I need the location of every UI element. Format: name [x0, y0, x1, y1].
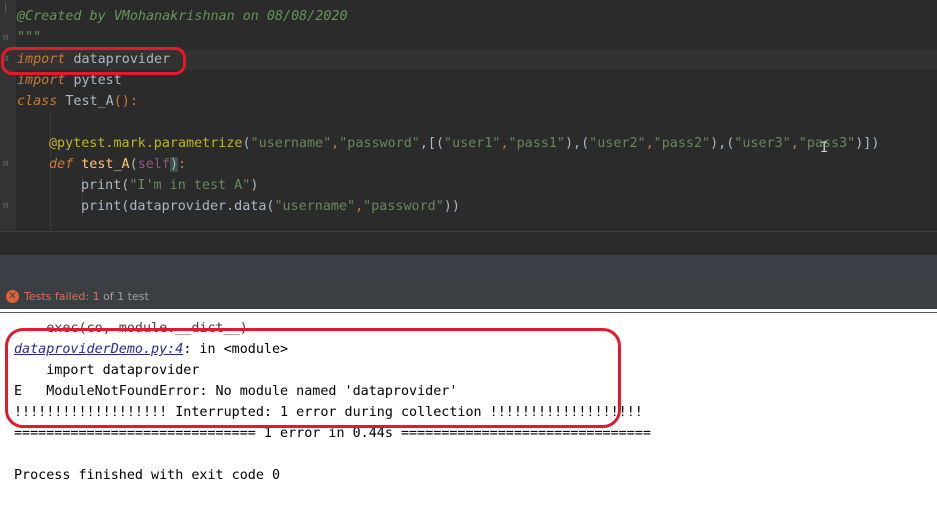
paren: ) — [250, 178, 259, 193]
decorator-name: @pytest.mark.parametrize — [49, 136, 243, 151]
print-call: print(dataprovider.data( — [81, 199, 275, 214]
tests-failed-label: Tests failed: 1 of 1 test — [24, 290, 149, 303]
class-name: Test_A — [65, 94, 114, 109]
run-tool-window-header[interactable] — [0, 255, 937, 285]
punctuation: )]) — [855, 136, 880, 151]
string-literal: "username" — [250, 136, 332, 151]
fold-marker-icon[interactable]: ⊟ — [3, 34, 12, 43]
string-literal: "username" — [274, 199, 356, 214]
paren: ( — [242, 136, 251, 151]
comma: , — [500, 136, 509, 151]
comma: , — [790, 136, 799, 151]
code-editor[interactable]: │ ⊟ ⊟ ⊟ ⊟ @Created by VMohanakrishnan on… — [0, 0, 937, 231]
class-keyword: class — [17, 94, 58, 109]
punctuation: ,[( — [419, 136, 445, 151]
error-icon: ✕ — [6, 290, 19, 303]
string-literal: "password" — [363, 199, 444, 214]
tests-failed-count: Tests failed: 1 — [24, 290, 100, 303]
string-literal: "pass2" — [653, 136, 711, 151]
code-line-def[interactable]: def test_A(self): — [49, 154, 186, 175]
import-keyword: import — [17, 73, 66, 88]
code-line-docstring-end[interactable]: """ — [17, 27, 41, 48]
code-line-print-2[interactable]: print(dataprovider.data("username","pass… — [81, 196, 460, 217]
mouse-ibeam-icon: I — [820, 140, 829, 156]
console-line-exit: Process finished with exit code 0 — [14, 468, 281, 483]
string-literal: "user2" — [589, 136, 646, 151]
string-literal: "I'm in test A" — [129, 178, 251, 193]
code-line-print-1[interactable]: print("I'm in test A") — [81, 175, 258, 196]
colon: : — [178, 157, 187, 172]
string-literal: "user3" — [734, 136, 791, 151]
paren: )) — [443, 199, 460, 214]
fold-marker-icon[interactable]: ⊟ — [3, 160, 12, 169]
def-keyword: def — [49, 157, 74, 172]
comma: , — [645, 136, 654, 151]
comma: , — [355, 199, 364, 214]
module-name: pytest — [73, 73, 122, 88]
editor-bottom-area — [0, 231, 937, 256]
fold-marker-icon[interactable]: │ — [3, 5, 12, 14]
console-divider — [0, 312, 937, 313]
matched-paren: ) — [169, 157, 178, 172]
test-status-bar: ✕ Tests failed: 1 of 1 test — [0, 285, 937, 309]
code-line-comment[interactable]: @Created by VMohanakrishnan on 08/08/202… — [17, 6, 348, 27]
fold-marker-icon[interactable]: ⊟ — [3, 202, 12, 211]
paren: ( — [129, 157, 138, 172]
code-line-decorator[interactable]: @pytest.mark.parametrize("username","pas… — [49, 133, 879, 154]
tests-total: of 1 test — [99, 290, 149, 303]
class-tail: (): — [113, 94, 138, 109]
string-literal: "password" — [339, 136, 420, 151]
annotation-oval-error — [5, 328, 621, 428]
function-name: test_A — [81, 157, 130, 172]
punctuation: ),( — [564, 136, 590, 151]
string-literal: "pass1" — [508, 136, 565, 151]
string-literal: "user1" — [444, 136, 501, 151]
annotation-oval-import — [1, 47, 186, 75]
code-line-class[interactable]: class Test_A(): — [17, 91, 138, 112]
self-param: self — [137, 157, 170, 172]
print-call: print( — [81, 178, 130, 193]
punctuation: ),( — [710, 136, 735, 151]
